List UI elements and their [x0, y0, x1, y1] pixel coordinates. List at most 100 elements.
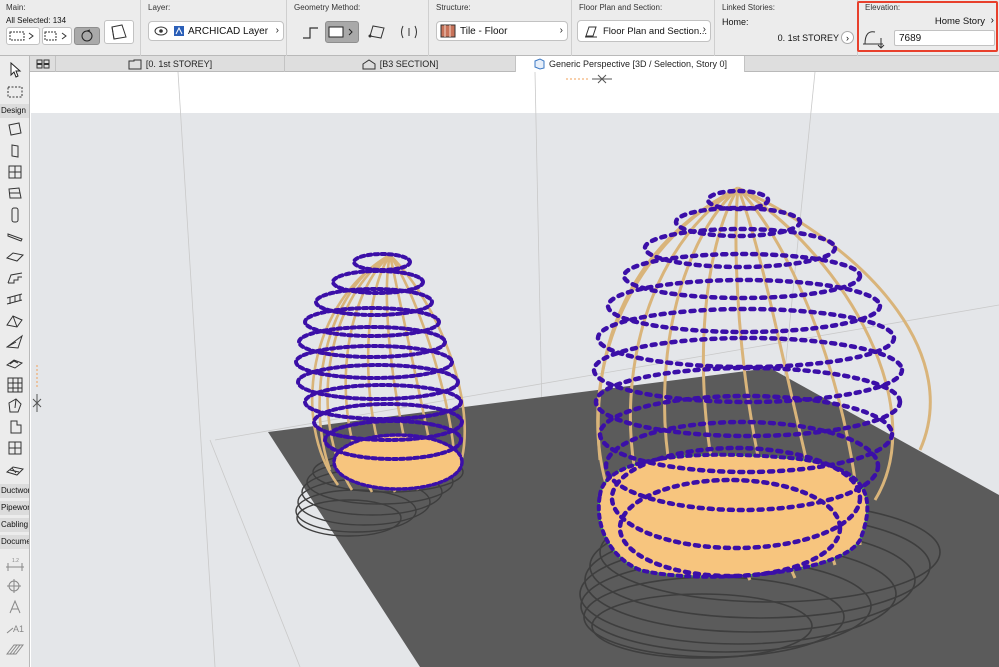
morph-tool[interactable]	[5, 397, 25, 415]
roof-tool[interactable]	[5, 312, 25, 330]
railing-icon	[6, 293, 23, 305]
elevation-input[interactable]: 7689	[894, 30, 995, 46]
stair-icon	[7, 272, 23, 284]
terrain-tool[interactable]	[5, 460, 25, 478]
linked-stories-section: Linked Stories: Home: 0. 1st STOREY ›	[716, 0, 858, 56]
selection-filter-button[interactable]	[6, 27, 40, 45]
element-settings-icon	[111, 24, 127, 40]
group-design[interactable]: Design	[0, 104, 29, 118]
text-tool[interactable]	[5, 598, 25, 616]
tile-material-icon	[440, 24, 456, 38]
slab-tool[interactable]	[5, 248, 25, 266]
rotate-toggle-button[interactable]	[74, 27, 100, 45]
slab-icon	[6, 252, 24, 262]
layer-dropdown[interactable]: ARCHICAD Layer ›	[148, 21, 284, 41]
straight-method-button[interactable]	[300, 24, 322, 42]
tab-label: Generic Perspective [3D / Selection, Sto…	[548, 59, 728, 69]
label-tool[interactable]: A1	[5, 619, 25, 637]
floor-plan-title: Floor Plan and Section:	[579, 3, 663, 12]
mesh-icon	[8, 441, 22, 455]
beam-tool[interactable]	[5, 227, 25, 245]
3d-scene[interactable]	[31, 71, 999, 667]
marquee-tool[interactable]	[5, 83, 25, 101]
skylight-icon	[6, 359, 24, 369]
shell-icon	[6, 334, 23, 349]
tab-3d-perspective[interactable]: Generic Perspective [3D / Selection, Sto…	[516, 56, 745, 72]
rectangle-method-button[interactable]	[325, 21, 359, 43]
shell-tool[interactable]	[5, 333, 25, 351]
home-story-button[interactable]: ›	[841, 31, 854, 44]
main-section: Main: All Selected: 134	[0, 0, 141, 56]
fill-tool[interactable]	[5, 640, 25, 658]
layer-value: ARCHICAD Layer	[188, 25, 269, 37]
group-ductwork[interactable]: Ductwork	[0, 484, 29, 498]
rotated-rectangle-button[interactable]	[366, 22, 388, 42]
railing-tool[interactable]	[5, 291, 25, 309]
structure-title: Structure:	[436, 3, 471, 12]
magic-wand-button[interactable]	[398, 22, 420, 42]
morph-icon	[8, 398, 22, 413]
selection-count: All Selected: 134	[6, 16, 67, 25]
arrow-tool[interactable]	[5, 61, 25, 79]
marquee-icon	[44, 31, 67, 41]
arrow-pointer-icon	[10, 62, 22, 78]
fill-icon	[6, 644, 24, 655]
home-story-value: 0. 1st STOREY	[777, 33, 839, 43]
linked-stories-title: Linked Stories:	[722, 3, 775, 12]
structure-dropdown[interactable]: Tile - Floor ›	[436, 21, 568, 41]
layer-icon	[174, 26, 184, 36]
selection-filter-icon	[9, 31, 34, 41]
geometry-title: Geometry Method:	[294, 3, 361, 12]
stair-tool[interactable]	[5, 269, 25, 287]
magic-wand-icon	[401, 25, 417, 39]
tab-floor-plan[interactable]: [0. 1st STOREY]	[56, 56, 285, 72]
zone-icon	[10, 420, 22, 434]
marquee-tool-icon	[7, 86, 23, 98]
element-settings-button[interactable]	[104, 20, 134, 44]
marquee-mode-button[interactable]	[42, 27, 72, 45]
layer-section: Layer: ARCHICAD Layer ›	[142, 0, 287, 56]
rotate-icon	[81, 29, 93, 42]
elevation-reference[interactable]: Home Story	[935, 16, 985, 27]
navigator-button[interactable]	[30, 56, 56, 72]
dimension-tool[interactable]: 1.2	[5, 556, 25, 574]
column-tool[interactable]	[5, 206, 25, 224]
rotated-rectangle-icon	[368, 25, 385, 39]
object-tool[interactable]	[5, 184, 25, 202]
floor-plan-button[interactable]: Floor Plan and Section... ›	[577, 20, 711, 42]
dimension-icon: 1.2	[6, 558, 24, 571]
group-document[interactable]: Document	[0, 535, 29, 549]
svg-text:A1: A1	[13, 624, 24, 634]
straight-method-icon	[303, 27, 318, 39]
tab-section[interactable]: [B3 SECTION]	[285, 56, 516, 72]
wall-tool[interactable]	[5, 120, 25, 138]
chevron-right-icon: ›	[559, 25, 563, 36]
window-tool[interactable]	[5, 163, 25, 181]
zone-tool[interactable]	[5, 418, 25, 436]
mesh-tool[interactable]	[5, 439, 25, 457]
group-cabling[interactable]: Cabling	[0, 518, 29, 532]
floor-plan-value: Floor Plan and Section...	[603, 25, 708, 37]
door-icon	[11, 144, 19, 158]
column-icon	[11, 207, 19, 223]
text-icon	[9, 599, 21, 614]
level-dimension-tool[interactable]	[5, 576, 25, 594]
group-pipework[interactable]: Pipework	[0, 501, 29, 515]
level-dimension-icon	[7, 579, 21, 593]
wall-icon	[8, 122, 22, 136]
elevation-section: Elevation: Home Story › 7689	[859, 0, 999, 56]
curtain-wall-tool[interactable]	[5, 376, 25, 394]
3d-viewport[interactable]	[31, 71, 999, 667]
chevron-right-icon: ›	[702, 24, 706, 35]
skylight-tool[interactable]	[5, 354, 25, 372]
beam-icon	[7, 233, 23, 242]
curtain-wall-icon	[7, 377, 23, 393]
label-icon: A1	[6, 624, 24, 634]
floor-plan-icon	[585, 26, 597, 38]
object-icon	[8, 187, 22, 199]
chevron-right-icon: ›	[990, 15, 994, 26]
geometry-section: Geometry Method:	[288, 0, 429, 56]
floor-plan-section: Floor Plan and Section: Floor Plan and S…	[573, 0, 715, 56]
grid-view-icon	[36, 59, 49, 69]
door-tool[interactable]	[5, 142, 25, 160]
